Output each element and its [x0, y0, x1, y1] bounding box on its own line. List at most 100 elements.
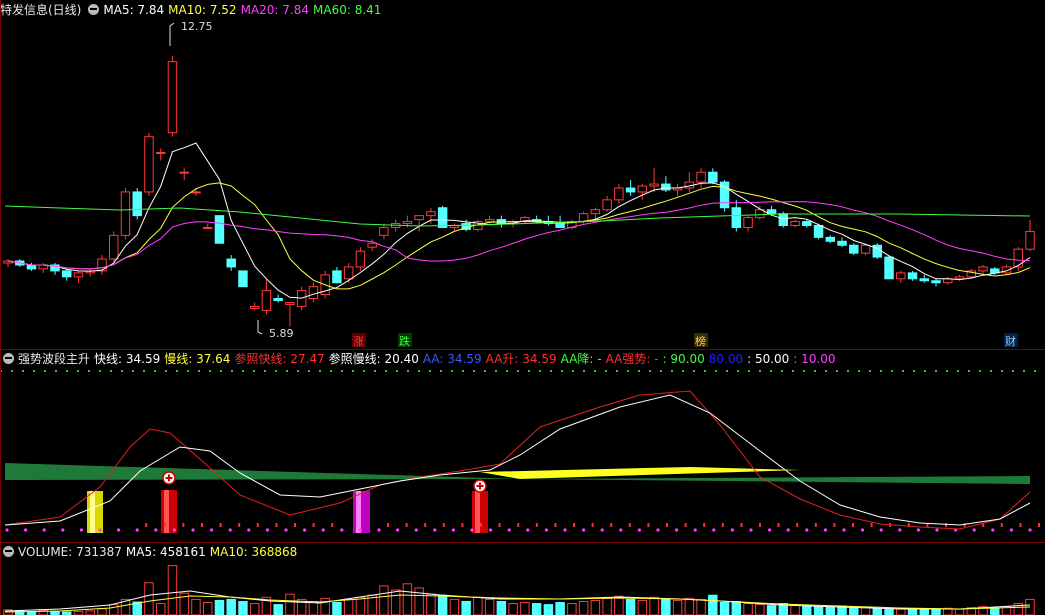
indicator-dot: [414, 528, 418, 532]
candle: [355, 250, 366, 268]
candle: [896, 272, 906, 280]
volume-bar: [402, 583, 413, 615]
candle: [343, 266, 354, 280]
fast-line-value: 快线: 34.59: [94, 352, 161, 366]
indicator-dot: [898, 528, 902, 532]
volume-bar: [285, 593, 295, 615]
indicator-dot: [321, 528, 325, 532]
volume-bar: [390, 589, 401, 615]
indicator-dot: [396, 528, 400, 532]
candle: [132, 191, 142, 217]
indicator-tick: [201, 523, 203, 527]
volume-bar: [343, 598, 354, 615]
collapse-icon[interactable]: [88, 4, 100, 15]
candle: [1025, 230, 1035, 250]
candle: [379, 226, 389, 236]
volume-bar: [437, 594, 448, 615]
indicator-dot: [619, 528, 623, 532]
volume-bar: [860, 607, 871, 615]
indicator-dot: [507, 528, 511, 532]
ref-fast-value: 参照快线: 27.47: [234, 352, 325, 366]
indicator-tick: [238, 523, 241, 527]
volume-bar: [649, 596, 659, 615]
candle: [144, 136, 154, 193]
volume-bar: [414, 587, 424, 615]
indicator-chart[interactable]: [0, 367, 1045, 542]
candle: [790, 221, 800, 226]
volume-bar: [637, 599, 648, 615]
indicator-tick: [182, 523, 185, 527]
indicator-dot: [191, 528, 195, 532]
indicator-tick: [145, 523, 148, 527]
ma20-line: [7, 201, 1031, 270]
event-marker-bang-label: 榜: [695, 334, 706, 348]
ma-lines-group: [4, 142, 1031, 299]
candle: [661, 183, 671, 191]
volume-bar: [708, 594, 718, 615]
candle: [437, 207, 448, 228]
candle: [402, 221, 413, 225]
event-marker-die-label: 跌: [399, 334, 410, 348]
indicator-tick: [554, 523, 557, 527]
candle: [625, 187, 636, 193]
candle: [614, 187, 624, 201]
indicator-dot: [916, 528, 921, 532]
level-50-value: : 50.00: [747, 352, 790, 366]
indicator-tick: [387, 523, 389, 527]
indicator-tick: [666, 523, 668, 527]
volume-bar: [484, 598, 495, 615]
volume-bar: [202, 602, 213, 615]
candle: [778, 213, 789, 227]
indicator-dot: [377, 528, 381, 532]
left-border: [0, 0, 1, 615]
indicator-tick: [721, 523, 724, 527]
volume-bar: [790, 604, 800, 615]
candle: [555, 223, 565, 228]
candle: [837, 240, 847, 246]
indicator-tick: [610, 523, 613, 527]
indicator-dot: [340, 528, 344, 532]
aa-up-value: AA升: 34.59: [485, 352, 557, 366]
candle: [649, 183, 659, 187]
indicator-tick: [870, 523, 873, 527]
slow-line-value: 慢线: 37.64: [164, 352, 231, 366]
volume-bar: [931, 608, 941, 615]
candle: [414, 215, 424, 221]
candle: [367, 242, 377, 248]
candle: [62, 270, 72, 278]
candle: [308, 286, 319, 300]
ref-slow-value: 参照慢线: 20.40: [328, 352, 419, 366]
event-marker-cai[interactable]: 财: [1004, 333, 1018, 348]
candle: [238, 270, 248, 288]
indicator-dot: [544, 528, 549, 532]
candle: [590, 209, 601, 215]
candle: [907, 272, 918, 280]
candlestick-chart[interactable]: 12.75 5.89 涨 跌 榜 财: [0, 18, 1045, 348]
ma60-legend: MA60: 8.41: [313, 3, 382, 17]
volume-bar: [155, 603, 166, 615]
volume-bar: [73, 610, 84, 615]
event-marker-die[interactable]: 跌: [398, 333, 412, 348]
event-marker-bang[interactable]: 榜: [694, 333, 708, 348]
candle: [155, 151, 166, 154]
indicator-dot: [842, 528, 846, 532]
volume-bar: [813, 606, 824, 615]
candle: [167, 61, 178, 134]
indicator-dot: [247, 528, 251, 532]
volume-bar: [567, 603, 577, 615]
collapse-icon[interactable]: [3, 353, 14, 364]
volume-chart[interactable]: [0, 561, 1045, 615]
price-high-label: 12.75: [181, 20, 213, 33]
volume-bar: [308, 600, 319, 615]
event-marker-zhang[interactable]: 涨: [352, 333, 366, 348]
volume-bar: [167, 565, 178, 615]
indicator-dot: [879, 528, 883, 532]
volume-bar: [508, 603, 518, 615]
volume-bar: [473, 596, 483, 615]
plus-icon: [473, 479, 487, 493]
volume-bar: [743, 603, 753, 615]
indicator-dot: [470, 528, 474, 532]
collapse-icon[interactable]: [3, 546, 14, 557]
indicator-tick: [684, 523, 687, 527]
indicator-dot: [786, 528, 790, 532]
